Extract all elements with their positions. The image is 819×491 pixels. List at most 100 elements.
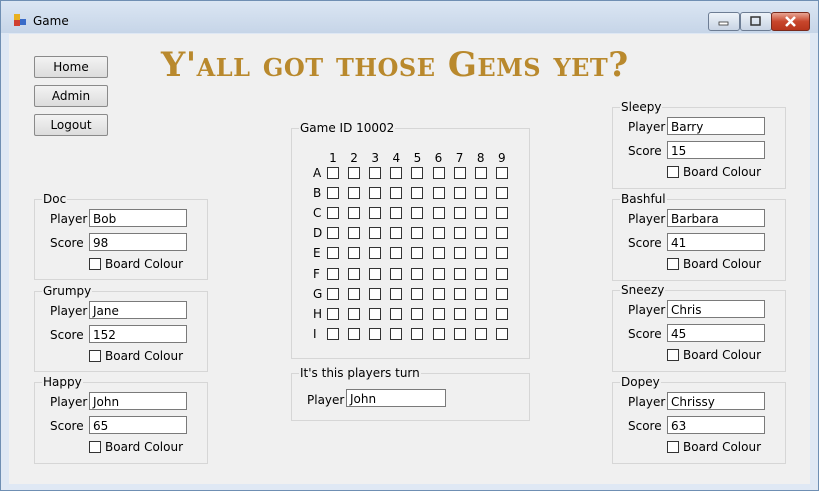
board-cell-checkbox[interactable] <box>390 307 403 320</box>
board-cell-checkbox[interactable] <box>474 267 487 280</box>
board-cell-checkbox[interactable] <box>327 187 339 200</box>
board-cell-checkbox[interactable] <box>495 267 508 280</box>
board-cell-checkbox[interactable] <box>348 247 361 260</box>
close-button[interactable] <box>771 12 810 31</box>
board-cell-checkbox[interactable] <box>453 287 466 300</box>
board-cell-checkbox[interactable] <box>390 227 403 240</box>
board-cell-checkbox[interactable] <box>495 287 508 300</box>
admin-button[interactable]: Admin <box>34 85 108 107</box>
board-cell-checkbox[interactable] <box>327 207 339 220</box>
board-cell-checkbox[interactable] <box>390 267 403 280</box>
board-cell-checkbox[interactable] <box>411 247 424 260</box>
player-field[interactable]: Barbara <box>667 209 765 227</box>
board-cell-checkbox[interactable] <box>474 247 487 260</box>
board-cell-checkbox[interactable] <box>411 167 424 179</box>
board-cell-checkbox[interactable] <box>327 227 339 240</box>
board-cell-checkbox[interactable] <box>453 227 466 240</box>
board-cell-checkbox[interactable] <box>453 207 466 220</box>
board-cell-checkbox[interactable] <box>432 187 445 200</box>
board-cell-checkbox[interactable] <box>348 187 361 200</box>
board-cell-checkbox[interactable] <box>327 267 339 280</box>
board-cell-checkbox[interactable] <box>432 267 445 280</box>
player-field[interactable]: John <box>89 392 187 410</box>
board-cell-checkbox[interactable] <box>474 287 487 300</box>
board-cell-checkbox[interactable] <box>495 187 508 200</box>
score-field[interactable]: 45 <box>667 324 765 342</box>
board-cell-checkbox[interactable] <box>495 327 508 340</box>
player-field[interactable]: Chrissy <box>667 392 765 410</box>
board-cell-checkbox[interactable] <box>348 227 361 240</box>
maximize-button[interactable] <box>740 12 772 31</box>
board-cell-checkbox[interactable] <box>369 327 382 340</box>
board-cell-checkbox[interactable] <box>348 327 361 340</box>
board-cell-checkbox[interactable] <box>390 287 403 300</box>
board-cell-checkbox[interactable] <box>453 247 466 260</box>
board-cell-checkbox[interactable] <box>411 187 424 200</box>
board-cell-checkbox[interactable] <box>369 287 382 300</box>
board-cell-checkbox[interactable] <box>432 207 445 220</box>
board-cell-checkbox[interactable] <box>453 327 466 340</box>
current-player-field[interactable]: John <box>346 389 446 407</box>
player-field[interactable]: Bob <box>89 209 187 227</box>
board-cell-checkbox[interactable] <box>390 247 403 260</box>
score-field[interactable]: 63 <box>667 416 765 434</box>
score-field[interactable]: 15 <box>667 141 765 159</box>
board-cell-checkbox[interactable] <box>327 247 339 260</box>
board-cell-checkbox[interactable] <box>474 307 487 320</box>
board-cell-checkbox[interactable] <box>369 167 382 179</box>
board-cell-checkbox[interactable] <box>327 167 339 179</box>
board-cell-checkbox[interactable] <box>369 187 382 200</box>
board-cell-checkbox[interactable] <box>495 307 508 320</box>
board-cell-checkbox[interactable] <box>432 287 445 300</box>
board-cell-checkbox[interactable] <box>348 167 361 179</box>
board-cell-checkbox[interactable] <box>474 227 487 240</box>
board-cell-checkbox[interactable] <box>453 267 466 280</box>
board-cell-checkbox[interactable] <box>390 187 403 200</box>
score-field[interactable]: 98 <box>89 233 187 251</box>
title-bar[interactable]: Game <box>1 1 818 33</box>
board-cell-checkbox[interactable] <box>369 307 382 320</box>
board-cell-checkbox[interactable] <box>369 267 382 280</box>
board-cell-checkbox[interactable] <box>453 167 466 179</box>
board-colour-checkbox[interactable] <box>89 441 101 453</box>
board-colour-checkbox[interactable] <box>89 258 101 270</box>
board-cell-checkbox[interactable] <box>432 327 445 340</box>
board-cell-checkbox[interactable] <box>495 247 508 260</box>
board-cell-checkbox[interactable] <box>495 207 508 220</box>
board-cell-checkbox[interactable] <box>348 307 361 320</box>
player-field[interactable]: Barry <box>667 117 765 135</box>
board-cell-checkbox[interactable] <box>411 207 424 220</box>
board-cell-checkbox[interactable] <box>453 187 466 200</box>
board-colour-checkbox[interactable] <box>667 441 679 453</box>
board-cell-checkbox[interactable] <box>390 207 403 220</box>
board-cell-checkbox[interactable] <box>411 287 424 300</box>
board-cell-checkbox[interactable] <box>474 327 487 340</box>
board-cell-checkbox[interactable] <box>453 307 466 320</box>
score-field[interactable]: 41 <box>667 233 765 251</box>
board-cell-checkbox[interactable] <box>432 307 445 320</box>
board-colour-checkbox[interactable] <box>667 258 679 270</box>
board-cell-checkbox[interactable] <box>327 287 339 300</box>
board-cell-checkbox[interactable] <box>348 207 361 220</box>
board-cell-checkbox[interactable] <box>474 207 487 220</box>
board-cell-checkbox[interactable] <box>411 307 424 320</box>
player-field[interactable]: Chris <box>667 300 765 318</box>
board-cell-checkbox[interactable] <box>327 307 339 320</box>
board-cell-checkbox[interactable] <box>411 267 424 280</box>
board-cell-checkbox[interactable] <box>411 327 424 340</box>
board-cell-checkbox[interactable] <box>348 267 361 280</box>
board-cell-checkbox[interactable] <box>411 227 424 240</box>
board-cell-checkbox[interactable] <box>390 327 403 340</box>
board-cell-checkbox[interactable] <box>348 287 361 300</box>
board-cell-checkbox[interactable] <box>432 167 445 179</box>
board-colour-checkbox[interactable] <box>89 350 101 362</box>
board-cell-checkbox[interactable] <box>327 327 339 340</box>
score-field[interactable]: 65 <box>89 416 187 434</box>
board-cell-checkbox[interactable] <box>474 187 487 200</box>
board-cell-checkbox[interactable] <box>369 207 382 220</box>
board-cell-checkbox[interactable] <box>369 227 382 240</box>
board-cell-checkbox[interactable] <box>495 167 508 179</box>
player-field[interactable]: Jane <box>89 301 187 319</box>
board-cell-checkbox[interactable] <box>390 167 403 179</box>
board-cell-checkbox[interactable] <box>432 227 445 240</box>
